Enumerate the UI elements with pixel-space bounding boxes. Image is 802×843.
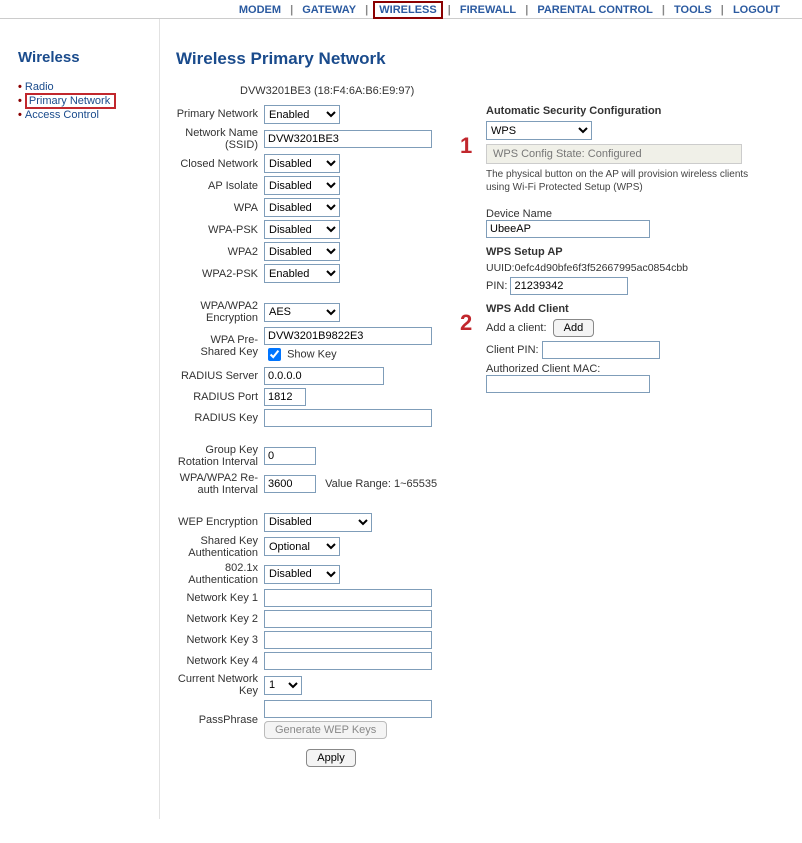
input-nk4[interactable] [264,652,432,670]
select-shared-key-auth[interactable]: Optional [264,537,340,556]
input-psk[interactable] [264,327,432,345]
label-wep-encryption: WEP Encryption [176,516,264,528]
label-current-nk: Current Network Key [176,673,264,697]
select-wep-encryption[interactable]: Disabled [264,513,372,532]
hint-value-range: Value Range: 1~65535 [325,478,437,490]
input-pin[interactable] [510,277,628,295]
input-client-pin[interactable] [542,341,660,359]
label-nk2: Network Key 2 [176,613,264,625]
add-client-button[interactable]: Add [553,319,595,337]
heading-auto-security: Automatic Security Configuration [486,105,766,117]
label-ap-isolate: AP Isolate [176,180,264,192]
nav-modem[interactable]: MODEM [235,2,285,18]
input-nk2[interactable] [264,610,432,628]
select-wpa[interactable]: Disabled [264,198,340,217]
annotation-2: 2 [460,310,472,336]
select-8021x[interactable]: Disabled [264,565,340,584]
label-pin: PIN: [486,280,507,292]
label-wpa: WPA [176,202,264,214]
input-radius-port[interactable] [264,388,306,406]
input-nk1[interactable] [264,589,432,607]
nav-parental[interactable]: PARENTAL CONTROL [533,2,657,18]
label-add-client: Add a client: [486,322,547,334]
input-group-rotation[interactable] [264,447,316,465]
uuid-text: UUID:0efc4d90bfe6f3f52667995ac0854cbb [486,262,766,274]
label-nk4: Network Key 4 [176,655,264,667]
select-primary-network[interactable]: Enabled [264,105,340,124]
label-radius-key: RADIUS Key [176,412,264,424]
label-nk3: Network Key 3 [176,634,264,646]
sidebar-item-radio[interactable]: Radio [25,81,54,93]
label-psk: WPA Pre-Shared Key [176,334,264,358]
input-auth-mac[interactable] [486,375,650,393]
select-wpa2-psk[interactable]: Enabled [264,264,340,283]
label-radius-port: RADIUS Port [176,391,264,403]
select-wpa2[interactable]: Disabled [264,242,340,261]
input-ssid[interactable] [264,130,432,148]
select-ap-isolate[interactable]: Disabled [264,176,340,195]
top-nav: MODEM | GATEWAY | WIRELESS | FIREWALL | … [0,0,802,19]
label-wpa2: WPA2 [176,246,264,258]
nav-tools[interactable]: TOOLS [670,2,716,18]
label-ssid: Network Name (SSID) [176,127,264,151]
nav-firewall[interactable]: FIREWALL [456,2,520,18]
select-current-nk[interactable]: 1 [264,676,302,695]
select-wps[interactable]: WPS [486,121,592,140]
input-radius-key[interactable] [264,409,432,427]
label-closed: Closed Network [176,158,264,170]
label-radius-server: RADIUS Server [176,370,264,382]
label-reauth: WPA/WPA2 Re-auth Interval [176,472,264,496]
nav-gateway[interactable]: GATEWAY [298,2,360,18]
label-device-name: Device Name [486,208,766,220]
select-closed-network[interactable]: Disabled [264,154,340,173]
heading-wps-setup-ap: WPS Setup AP [486,246,766,258]
sidebar: Wireless Radio Primary Network Access Co… [0,19,160,819]
wps-config-state: WPS Config State: Configured [486,144,742,164]
sidebar-title: Wireless [18,49,159,66]
nav-wireless[interactable]: WIRELESS [373,1,442,19]
label-encryption: WPA/WPA2 Encryption [176,300,264,324]
input-reauth[interactable] [264,475,316,493]
select-wpa-psk[interactable]: Disabled [264,220,340,239]
label-wpa2psk: WPA2-PSK [176,268,264,280]
input-device-name[interactable] [486,220,650,238]
sidebar-item-primary-network[interactable]: Primary Network [25,93,116,109]
label-auth-mac: Authorized Client MAC: [486,363,766,375]
nav-logout[interactable]: LOGOUT [729,2,784,18]
annotation-1: 1 [460,133,472,159]
input-nk3[interactable] [264,631,432,649]
heading-wps-add-client: WPS Add Client [486,303,766,315]
label-group-rotation: Group Key Rotation Interval [176,444,264,468]
wps-note: The physical button on the AP will provi… [486,168,766,194]
device-id: DVW3201BE3 (18:F4:6A:B6:E9:97) [240,85,792,97]
checkbox-show-key[interactable] [268,348,281,361]
label-shared-key-auth: Shared Key Authentication [176,535,264,559]
sidebar-item-access-control[interactable]: Access Control [25,109,99,121]
label-primary-network: Primary Network [176,108,264,120]
label-nk1: Network Key 1 [176,592,264,604]
apply-button[interactable]: Apply [306,749,356,767]
input-radius-server[interactable] [264,367,384,385]
label-client-pin: Client PIN: [486,344,539,356]
label-wpapsk: WPA-PSK [176,224,264,236]
label-show-key: Show Key [287,349,337,361]
select-encryption[interactable]: AES [264,303,340,322]
generate-wep-button[interactable]: Generate WEP Keys [264,721,387,739]
label-passphrase: PassPhrase [176,714,264,726]
page-title: Wireless Primary Network [176,49,792,69]
label-8021x: 802.1x Authentication [176,562,264,586]
input-passphrase[interactable] [264,700,432,718]
